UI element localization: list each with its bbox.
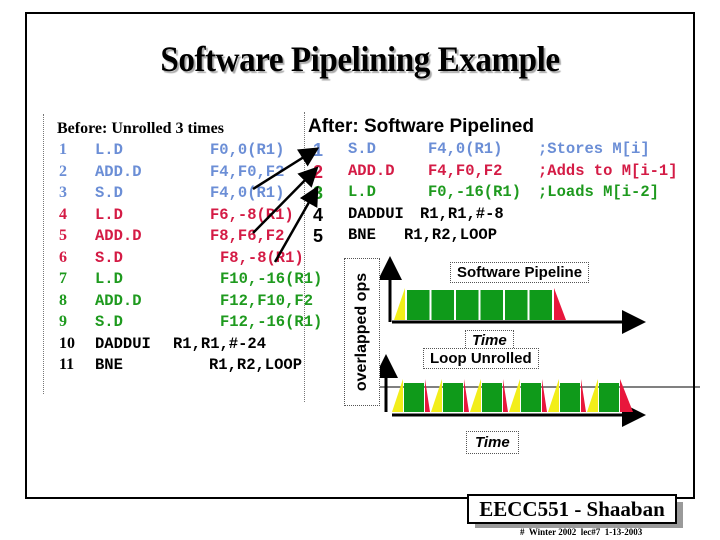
- unrolled-wind-down-ramp: [581, 379, 586, 412]
- unrolled-startup-ramp: [509, 379, 520, 412]
- unrolled-body-block: [443, 383, 463, 412]
- steady-state-block: [480, 290, 503, 320]
- unrolled-startup-ramp: [431, 379, 442, 412]
- steady-state-block: [529, 290, 552, 320]
- unrolled-wind-down-ramp: [542, 379, 547, 412]
- startup-ramp: [394, 288, 405, 320]
- mapping-arrows: [252, 147, 320, 263]
- steady-state-block: [505, 290, 528, 320]
- arrow-sd-to-1: [252, 147, 320, 191]
- loop-unrolled-label: Loop Unrolled: [423, 348, 539, 369]
- unrolled-wind-down-ramp: [464, 379, 469, 412]
- software-pipeline-label: Software Pipeline: [450, 262, 590, 283]
- arrow-addd-to-2: [252, 166, 319, 234]
- unrolled-body-block: [560, 383, 580, 412]
- steady-state-block: [407, 290, 430, 320]
- loop-unrolled-blocks: [392, 379, 633, 412]
- wind-down-ramp: [554, 288, 566, 320]
- unrolled-wind-down-ramp: [425, 379, 430, 412]
- unrolled-startup-ramp: [548, 379, 559, 412]
- footnote: # Winter 2002 lec#7 1-13-2003: [520, 527, 643, 537]
- footer-title: EECC551 - Shaaban: [467, 494, 677, 524]
- footer-badge: EECC551 - Shaaban: [467, 494, 687, 528]
- unrolled-body-block: [404, 383, 424, 412]
- unrolled-startup-ramp: [587, 379, 598, 412]
- arrow-ld-to-3: [273, 185, 319, 263]
- unrolled-startup-ramp: [470, 379, 481, 412]
- unrolled-wind-down-ramp: [503, 379, 508, 412]
- unrolled-wind-down-ramp: [620, 379, 633, 412]
- time-label-top: Time: [465, 330, 514, 350]
- y-axis-label-box: overlapped ops: [344, 258, 380, 406]
- y-axis-label: overlapped ops: [353, 272, 370, 392]
- unrolled-startup-ramp: [392, 379, 403, 412]
- unrolled-body-block: [599, 383, 619, 412]
- time-label-bottom: Time: [466, 431, 519, 454]
- software-pipeline-blocks: [394, 288, 566, 320]
- unrolled-body-block: [482, 383, 502, 412]
- unrolled-body-block: [521, 383, 541, 412]
- steady-state-block: [431, 290, 454, 320]
- steady-state-block: [456, 290, 479, 320]
